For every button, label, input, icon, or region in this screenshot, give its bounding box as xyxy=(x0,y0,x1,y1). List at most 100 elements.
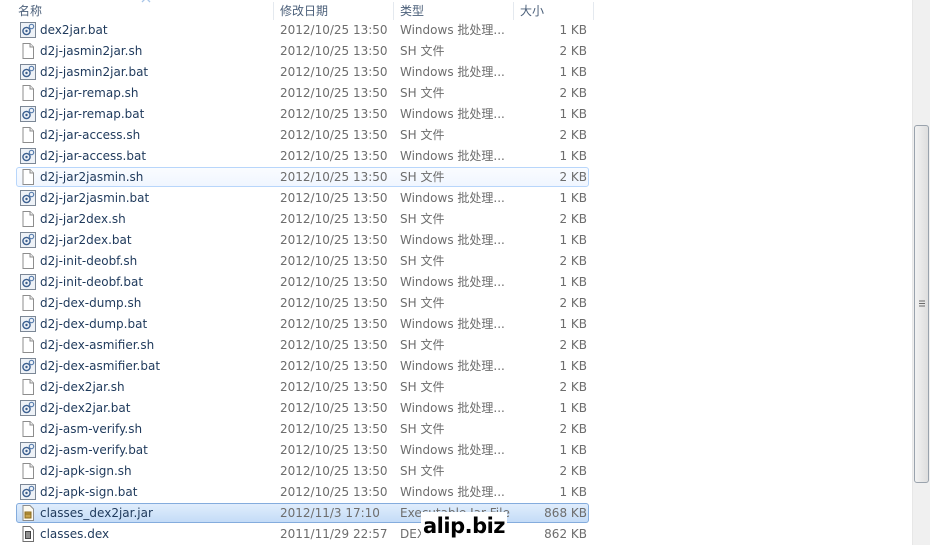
file-size: 1 KB xyxy=(559,317,587,331)
file-type: Windows 批处理... xyxy=(400,23,505,37)
file-name: dex2jar.bat xyxy=(40,23,108,37)
file-modified-date: 2012/10/25 13:50 xyxy=(280,212,388,226)
file-row[interactable]: d2j-init-deobf.sh 2012/10/25 13:50 SH 文件 2 … xyxy=(16,251,589,271)
file-row[interactable]: d2j-apk-sign.bat 2012/10/25 13:50 Windows … xyxy=(16,482,589,502)
column-header-name[interactable]: 名称 xyxy=(18,0,273,22)
file-modified-date: 2011/11/29 22:57 xyxy=(280,527,388,541)
file-modified-date: 2012/10/25 13:50 xyxy=(280,275,388,289)
file-modified-date: 2012/10/25 13:50 xyxy=(280,359,388,373)
file-type: SH 文件 xyxy=(400,422,445,436)
dex-file-icon xyxy=(22,526,34,542)
file-name: d2j-jasmin2jar.sh xyxy=(40,44,143,58)
file-name: d2j-asm-verify.bat xyxy=(40,443,148,457)
column-header-date[interactable]: 修改日期 xyxy=(280,0,393,22)
file-size: 868 KB xyxy=(544,506,587,520)
blank-file-icon xyxy=(22,337,34,353)
file-name: classes_dex2jar.jar xyxy=(40,506,153,520)
blank-file-icon xyxy=(22,379,34,395)
file-size: 2 KB xyxy=(559,44,587,58)
blank-file-icon xyxy=(22,421,34,437)
file-type: Windows 批处理... xyxy=(400,401,505,415)
file-row[interactable]: d2j-jasmin2jar.sh 2012/10/25 13:50 SH 文件 2 … xyxy=(16,41,589,61)
file-type: SH 文件 xyxy=(400,44,445,58)
file-size: 1 KB xyxy=(559,359,587,373)
file-row[interactable]: d2j-asm-verify.bat 2012/10/25 13:50 Window… xyxy=(16,440,589,460)
file-size: 2 KB xyxy=(559,86,587,100)
column-divider[interactable] xyxy=(273,2,274,20)
file-row[interactable]: d2j-jar-remap.sh 2012/10/25 13:50 SH 文件 2 K… xyxy=(16,83,589,103)
file-row[interactable]: d2j-init-deobf.bat 2012/10/25 13:50 Window… xyxy=(16,272,589,292)
file-name: d2j-apk-sign.bat xyxy=(40,485,138,499)
file-type: SH 文件 xyxy=(400,464,445,478)
file-type: Windows 批处理... xyxy=(400,107,505,121)
file-name: d2j-jar2dex.sh xyxy=(40,212,126,226)
file-name: d2j-apk-sign.sh xyxy=(40,464,132,478)
file-row[interactable]: d2j-dex-dump.sh 2012/10/25 13:50 SH 文件 2 KB xyxy=(16,293,589,313)
file-size: 1 KB xyxy=(559,443,587,457)
file-size: 2 KB xyxy=(559,254,587,268)
file-row[interactable]: d2j-jar2dex.sh 2012/10/25 13:50 SH 文件 2 KB xyxy=(16,209,589,229)
blank-file-icon xyxy=(22,295,34,311)
file-row[interactable]: d2j-jar2jasmin.sh 2012/10/25 13:50 SH 文件 2 … xyxy=(16,167,589,187)
file-modified-date: 2012/11/3 17:10 xyxy=(280,506,380,520)
file-size: 2 KB xyxy=(559,128,587,142)
file-row[interactable]: d2j-asm-verify.sh 2012/10/25 13:50 SH 文件 2 … xyxy=(16,419,589,439)
file-name: d2j-jar2jasmin.sh xyxy=(40,170,144,184)
file-type: Windows 批处理... xyxy=(400,443,505,457)
file-size: 2 KB xyxy=(559,464,587,478)
file-modified-date: 2012/10/25 13:50 xyxy=(280,65,388,79)
file-modified-date: 2012/10/25 13:50 xyxy=(280,128,388,142)
column-header-size[interactable]: 大小 xyxy=(520,0,593,22)
blank-file-icon xyxy=(22,127,34,143)
file-modified-date: 2012/10/25 13:50 xyxy=(280,86,388,100)
file-size: 2 KB xyxy=(559,212,587,226)
file-modified-date: 2012/10/25 13:50 xyxy=(280,443,388,457)
file-row[interactable]: d2j-dex-dump.bat 2012/10/25 13:50 Windows … xyxy=(16,314,589,334)
column-divider[interactable] xyxy=(593,2,594,20)
file-type: SH 文件 xyxy=(400,128,445,142)
file-size: 1 KB xyxy=(559,107,587,121)
file-name: d2j-jar-access.sh xyxy=(40,128,141,142)
blank-file-icon xyxy=(22,169,34,185)
file-row[interactable]: d2j-apk-sign.sh 2012/10/25 13:50 SH 文件 2 KB xyxy=(16,461,589,481)
file-type: SH 文件 xyxy=(400,254,445,268)
file-name: d2j-jar2dex.bat xyxy=(40,233,132,247)
file-modified-date: 2012/10/25 13:50 xyxy=(280,317,388,331)
file-type: SH 文件 xyxy=(400,380,445,394)
vertical-scrollbar[interactable] xyxy=(912,0,930,545)
column-divider[interactable] xyxy=(513,2,514,20)
file-row[interactable]: d2j-dex-asmifier.bat 2012/10/25 13:50 Wind… xyxy=(16,356,589,376)
file-size: 2 KB xyxy=(559,296,587,310)
column-divider[interactable] xyxy=(393,2,394,20)
file-name: d2j-dex2jar.bat xyxy=(40,401,131,415)
batch-file-icon xyxy=(20,64,36,80)
file-type: Windows 批处理... xyxy=(400,233,505,247)
batch-file-icon xyxy=(20,232,36,248)
column-header-bar: 名称 修改日期 类型 大小 xyxy=(0,0,912,22)
file-name: d2j-jar2jasmin.bat xyxy=(40,191,150,205)
file-type: Windows 批处理... xyxy=(400,485,505,499)
column-header-type[interactable]: 类型 xyxy=(400,0,513,22)
batch-file-icon xyxy=(20,106,36,122)
file-name: d2j-init-deobf.bat xyxy=(40,275,144,289)
file-size: 862 KB xyxy=(544,527,587,541)
file-type: Windows 批处理... xyxy=(400,149,505,163)
file-row[interactable]: d2j-jar-access.bat 2012/10/25 13:50 Window… xyxy=(16,146,589,166)
file-row[interactable]: d2j-dex2jar.sh 2012/10/25 13:50 SH 文件 2 KB xyxy=(16,377,589,397)
file-row[interactable]: d2j-jar2dex.bat 2012/10/25 13:50 Windows 批… xyxy=(16,230,589,250)
file-type: SH 文件 xyxy=(400,86,445,100)
file-row[interactable]: d2j-jar-remap.bat 2012/10/25 13:50 Windows… xyxy=(16,104,589,124)
file-type: Windows 批处理... xyxy=(400,359,505,373)
file-size: 1 KB xyxy=(559,233,587,247)
scrollbar-thumb[interactable] xyxy=(914,125,929,483)
file-row[interactable]: d2j-jar-access.sh 2012/10/25 13:50 SH 文件 2 … xyxy=(16,125,589,145)
sort-ascending-icon xyxy=(141,0,151,3)
file-row[interactable]: d2j-jasmin2jar.bat 2012/10/25 13:50 Window… xyxy=(16,62,589,82)
file-row[interactable]: d2j-dex-asmifier.sh 2012/10/25 13:50 SH 文件… xyxy=(16,335,589,355)
file-row[interactable]: d2j-jar2jasmin.bat 2012/10/25 13:50 Window… xyxy=(16,188,589,208)
scrollbar-grip-icon xyxy=(919,300,925,307)
watermark-text: alip.biz xyxy=(421,512,508,540)
file-row[interactable]: dex2jar.bat 2012/10/25 13:50 Windows 批处理..… xyxy=(16,20,589,40)
file-row[interactable]: d2j-dex2jar.bat 2012/10/25 13:50 Windows 批… xyxy=(16,398,589,418)
file-type: Windows 批处理... xyxy=(400,317,505,331)
